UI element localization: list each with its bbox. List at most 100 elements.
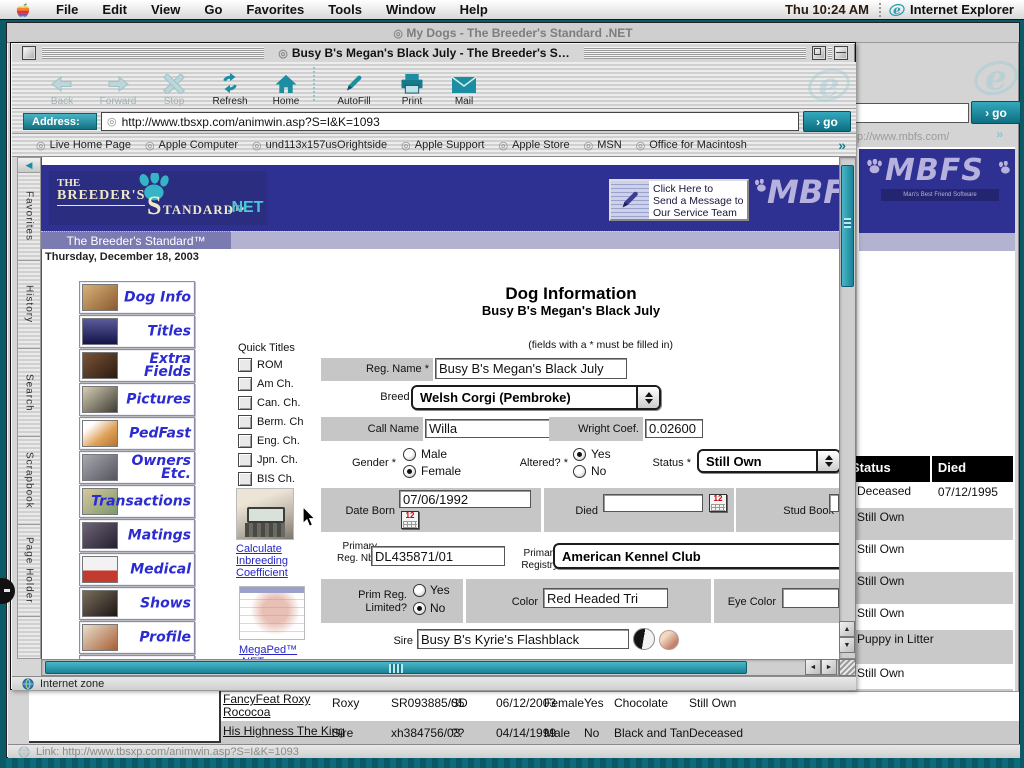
menu-go[interactable]: Go <box>192 0 234 20</box>
limited-no-radio[interactable]: No <box>413 601 445 615</box>
color-input[interactable] <box>543 588 668 608</box>
favorite-msn[interactable]: ◎MSN <box>584 139 622 152</box>
radio-icon[interactable] <box>573 465 586 478</box>
favorite-apple-support[interactable]: ◎Apple Support <box>401 139 484 152</box>
close-box[interactable] <box>22 46 36 60</box>
limited-yes-radio[interactable]: Yes <box>413 583 450 597</box>
stop-button[interactable]: Stop <box>145 64 203 107</box>
sidebar-tab-favorites[interactable]: Favorites <box>17 173 41 261</box>
horizontal-scrollbar-thumb[interactable] <box>45 661 747 674</box>
calendar-icon[interactable]: 12 <box>401 511 419 529</box>
dog-link[interactable]: His Highness The King <box>223 725 345 737</box>
sidebar-tab-history[interactable]: History <box>17 261 41 349</box>
sire-input[interactable] <box>417 629 629 649</box>
table-row[interactable]: Still Own <box>847 604 1013 631</box>
gender-female-radio[interactable]: Female <box>403 464 461 478</box>
table-row[interactable]: Still Own <box>847 540 1013 573</box>
quick-title-berm-ch[interactable]: Berm. Ch <box>238 414 303 429</box>
table-row[interactable]: Still Own <box>847 508 1013 541</box>
mail-button[interactable]: Mail <box>435 64 493 107</box>
print-button[interactable]: Print <box>383 64 441 107</box>
back-button[interactable]: Back <box>33 64 91 107</box>
radio-icon[interactable] <box>403 465 416 478</box>
sire-edit-icon[interactable] <box>659 630 679 650</box>
breed-popup[interactable]: Welsh Corgi (Pembroke) <box>411 385 661 410</box>
megaped-pedigree-image[interactable] <box>239 586 305 640</box>
table-row[interactable]: Deceased07/12/1995 <box>847 482 1013 509</box>
forward-button[interactable]: Forward <box>89 64 147 107</box>
nav-button-transactions[interactable]: Transactions <box>79 485 195 518</box>
checkbox[interactable] <box>238 453 252 467</box>
background-search-field[interactable] <box>843 103 969 123</box>
menu-favorites[interactable]: Favorites <box>234 0 316 20</box>
nav-button-dog-info[interactable]: Dog Info <box>79 281 195 314</box>
checkbox[interactable] <box>238 472 252 486</box>
quick-title-rom[interactable]: ROM <box>238 357 283 372</box>
zoom-box[interactable] <box>812 46 826 60</box>
eye-color-input[interactable] <box>782 588 839 608</box>
quick-title-jpn-ch[interactable]: Jpn. Ch. <box>238 452 298 467</box>
menu-window[interactable]: Window <box>374 0 448 20</box>
quick-title-am-ch[interactable]: Am Ch. <box>238 376 294 391</box>
background-go-button[interactable]: ›go <box>971 101 1021 124</box>
sidebar-collapse-button[interactable]: ◀ <box>17 157 41 173</box>
altered-no-radio[interactable]: No <box>573 464 606 478</box>
menu-help[interactable]: Help <box>448 0 500 20</box>
radio-icon[interactable] <box>413 584 426 597</box>
gender-male-radio[interactable]: Male <box>403 447 447 461</box>
nav-button-medical[interactable]: Medical <box>79 553 195 586</box>
vertical-scrollbar-thumb[interactable] <box>841 165 854 287</box>
nav-button-pictures[interactable]: Pictures <box>79 383 195 416</box>
checkbox[interactable] <box>238 396 252 410</box>
radio-icon[interactable] <box>413 602 426 615</box>
nav-button-matings[interactable]: Matings <box>79 519 195 552</box>
wright-coef-input[interactable] <box>645 419 703 438</box>
browser-window[interactable]: ◎ Busy B's Megan's Black July - The Bree… <box>10 42 856 690</box>
nav-button-pedfast[interactable]: PedFast <box>79 417 195 450</box>
scroll-down-button[interactable]: ▼ <box>839 637 855 653</box>
dog-link[interactable]: FancyFeat Roxy Rococoa <box>223 693 339 719</box>
sidebar-tab-scrapbook[interactable]: Scrapbook <box>17 437 41 525</box>
favorite-live-home-page[interactable]: ◎Live Home Page <box>36 139 131 152</box>
reg-name-input[interactable] <box>435 358 627 379</box>
scroll-left-button[interactable]: ◄ <box>805 659 821 675</box>
service-team-button[interactable]: Click Here to Send a Message to Our Serv… <box>609 179 749 221</box>
quick-title-can-ch[interactable]: Can. Ch. <box>238 395 300 410</box>
menu-tools[interactable]: Tools <box>316 0 374 20</box>
inbreeding-calculator-image[interactable] <box>236 488 294 540</box>
altered-yes-radio[interactable]: Yes <box>573 447 611 461</box>
table-row[interactable]: Still Own <box>847 572 1013 605</box>
favorite-banner[interactable]: ◎und113x157usOrightside <box>252 139 387 152</box>
more-favorites-icon[interactable]: » <box>838 137 846 153</box>
more-favorites-icon[interactable]: » <box>996 127 1003 141</box>
nav-button-extra-fields[interactable]: Extra Fields <box>79 349 195 382</box>
checkbox[interactable] <box>238 434 252 448</box>
collapse-box[interactable] <box>834 46 848 60</box>
sidebar-tab-page-holder[interactable]: Page Holder <box>17 525 41 617</box>
quick-title-eng-ch[interactable]: Eng. Ch. <box>238 433 300 448</box>
window-resize-grip[interactable] <box>839 659 856 676</box>
checkbox[interactable] <box>238 415 252 429</box>
radio-icon[interactable] <box>573 448 586 461</box>
menu-file[interactable]: File <box>44 0 90 20</box>
nav-button-owners-etc[interactable]: Owners Etc. <box>79 451 195 484</box>
autofill-button[interactable]: AutoFill <box>325 64 383 107</box>
table-row[interactable]: Puppy in Litter <box>847 630 1013 665</box>
nav-button-titles[interactable]: Titles <box>79 315 195 348</box>
address-input[interactable]: ◎ http://www.tbsxp.com/animwin.asp?S=I&K… <box>101 112 799 131</box>
background-address-fragment[interactable]: p://www.mbfs.com/ » <box>857 127 1021 145</box>
died-input[interactable] <box>603 494 703 512</box>
scroll-right-button[interactable]: ► <box>821 659 837 675</box>
favorite-office[interactable]: ◎Office for Macintosh <box>636 139 747 152</box>
favorite-apple-computer[interactable]: ◎Apple Computer <box>145 139 238 152</box>
sidebar-tab-search[interactable]: Search <box>17 349 41 437</box>
primary-reg-input[interactable] <box>371 546 505 566</box>
apple-menu-icon[interactable] <box>0 2 44 18</box>
quick-title-bis-ch[interactable]: BIS Ch. <box>238 471 295 486</box>
active-app-menu[interactable]: e Internet Explorer <box>889 2 1024 18</box>
primary-registry-popup[interactable]: American Kennel Club <box>553 543 839 569</box>
nav-button-profile[interactable]: Profile <box>79 621 195 654</box>
status-popup[interactable]: Still Own <box>697 449 841 473</box>
call-name-input[interactable] <box>425 419 565 438</box>
menu-edit[interactable]: Edit <box>90 0 139 20</box>
